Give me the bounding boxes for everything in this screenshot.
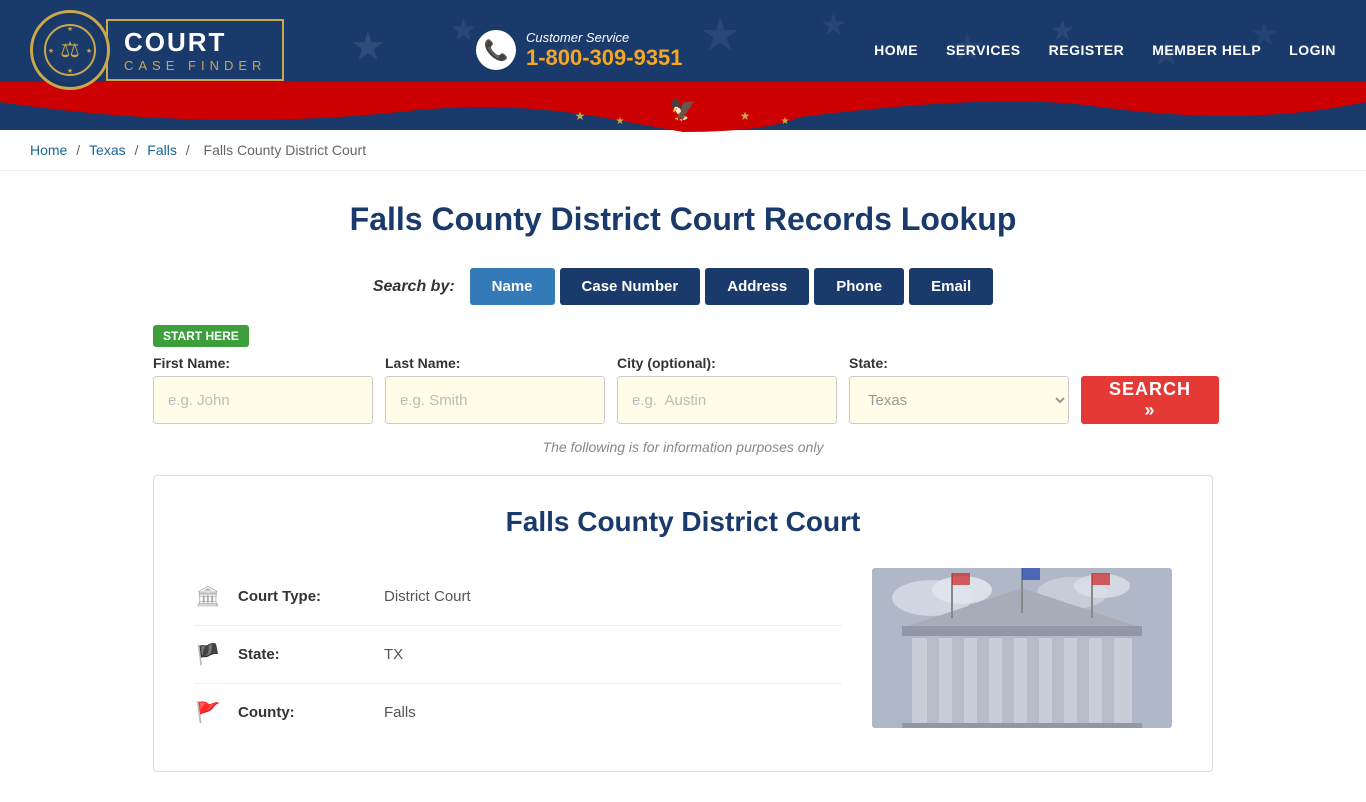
- state-icon: 🏴: [194, 642, 222, 667]
- cs-label: Customer Service: [526, 30, 683, 45]
- svg-text:★: ★: [820, 9, 847, 42]
- county-label: County:: [238, 704, 368, 721]
- search-form: First Name: Last Name: City (optional): …: [153, 355, 1213, 424]
- city-input[interactable]: [617, 376, 837, 424]
- svg-text:★: ★: [700, 9, 740, 60]
- svg-text:★: ★: [48, 47, 54, 55]
- svg-text:★: ★: [350, 25, 386, 69]
- court-type-label: Court Type:: [238, 588, 368, 605]
- logo-court-label: COURT: [124, 27, 266, 58]
- nav-register[interactable]: REGISTER: [1049, 42, 1125, 58]
- tab-case-number[interactable]: Case Number: [560, 268, 701, 305]
- court-card: Falls County District Court 🏛 Court Type…: [153, 475, 1213, 772]
- main-nav: HOME SERVICES REGISTER MEMBER HELP LOGIN: [874, 42, 1336, 58]
- search-by-label: Search by:: [373, 278, 455, 296]
- county-icon: 🚩: [194, 700, 222, 725]
- first-name-label: First Name:: [153, 355, 373, 371]
- city-group: City (optional):: [617, 355, 837, 424]
- breadcrumb-texas[interactable]: Texas: [89, 142, 126, 158]
- court-type-icon: 🏛: [194, 584, 222, 609]
- tab-name[interactable]: Name: [470, 268, 555, 305]
- svg-text:★: ★: [86, 47, 92, 55]
- phone-icon: 📞: [476, 30, 516, 70]
- nav-services[interactable]: SERVICES: [946, 42, 1021, 58]
- court-details: 🏛 Court Type: District Court 🏴 State: TX…: [194, 568, 842, 741]
- cs-text-block: Customer Service 1-800-309-9351: [526, 30, 683, 71]
- cs-phone: 1-800-309-9351: [526, 45, 683, 71]
- logo-text: COURT CASE FINDER: [106, 19, 284, 81]
- breadcrumb-falls[interactable]: Falls: [147, 142, 177, 158]
- customer-service: 📞 Customer Service 1-800-309-9351: [476, 30, 683, 71]
- detail-row-county: 🚩 County: Falls: [194, 684, 842, 741]
- breadcrumb: Home / Texas / Falls / Falls County Dist…: [0, 130, 1366, 171]
- state-value: TX: [384, 646, 403, 663]
- detail-row-court-type: 🏛 Court Type: District Court: [194, 568, 842, 626]
- first-name-group: First Name:: [153, 355, 373, 424]
- city-label: City (optional):: [617, 355, 837, 371]
- info-note: The following is for information purpose…: [153, 439, 1213, 455]
- banner-wave: 🦅 ★ ★ ★ ★: [0, 100, 1366, 130]
- breadcrumb-home[interactable]: Home: [30, 142, 67, 158]
- logo-case-finder-label: CASE FINDER: [124, 58, 266, 73]
- logo[interactable]: ★ ★ ★ ★ ⚖ COURT CASE FINDER: [30, 10, 284, 90]
- page-title: Falls County District Court Records Look…: [153, 201, 1213, 238]
- state-label-detail: State:: [238, 646, 368, 663]
- last-name-input[interactable]: [385, 376, 605, 424]
- svg-text:★: ★: [575, 109, 586, 123]
- tab-phone[interactable]: Phone: [814, 268, 904, 305]
- nav-member-help[interactable]: MEMBER HELP: [1152, 42, 1261, 58]
- main-content: Falls County District Court Records Look…: [133, 171, 1233, 802]
- court-card-title: Falls County District Court: [194, 506, 1172, 538]
- search-button[interactable]: SEARCH »: [1081, 376, 1219, 424]
- nav-login[interactable]: LOGIN: [1289, 42, 1336, 58]
- last-name-group: Last Name:: [385, 355, 605, 424]
- svg-text:★: ★: [740, 109, 751, 123]
- svg-text:★: ★: [450, 14, 477, 47]
- logo-circle: ★ ★ ★ ★ ⚖: [30, 10, 110, 90]
- county-value: Falls: [384, 704, 416, 721]
- court-type-value: District Court: [384, 588, 471, 605]
- nav-home[interactable]: HOME: [874, 42, 918, 58]
- search-by-row: Search by: Name Case Number Address Phon…: [153, 268, 1213, 305]
- court-card-body: 🏛 Court Type: District Court 🏴 State: TX…: [194, 568, 1172, 741]
- svg-text:★: ★: [67, 25, 73, 33]
- tab-email[interactable]: Email: [909, 268, 993, 305]
- svg-text:⚖: ⚖: [60, 37, 80, 62]
- state-label: State:: [849, 355, 1069, 371]
- courthouse-image: [872, 568, 1172, 728]
- svg-text:★: ★: [781, 116, 790, 127]
- breadcrumb-current: Falls County District Court: [204, 142, 367, 158]
- detail-row-state: 🏴 State: TX: [194, 626, 842, 684]
- svg-text:🦅: 🦅: [669, 96, 696, 122]
- svg-text:★: ★: [616, 116, 625, 127]
- svg-text:★: ★: [67, 67, 73, 75]
- tab-address[interactable]: Address: [705, 268, 809, 305]
- start-here-badge: START HERE: [153, 325, 249, 347]
- first-name-input[interactable]: [153, 376, 373, 424]
- state-group: State: Texas Alabama Alaska Arizona Arka…: [849, 355, 1069, 424]
- last-name-label: Last Name:: [385, 355, 605, 371]
- state-select[interactable]: Texas Alabama Alaska Arizona Arkansas Ca…: [849, 376, 1069, 424]
